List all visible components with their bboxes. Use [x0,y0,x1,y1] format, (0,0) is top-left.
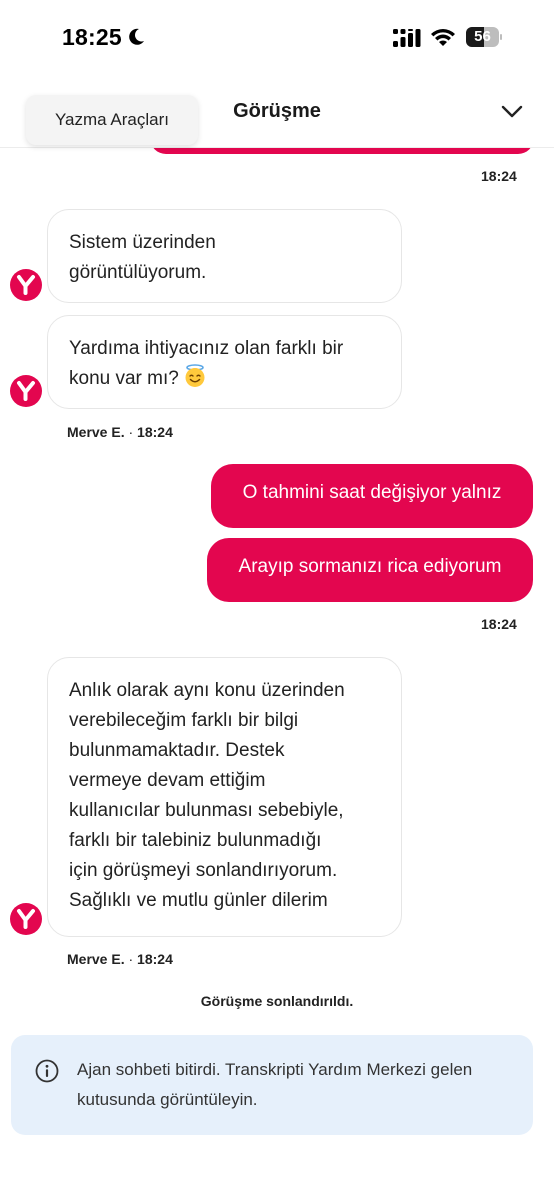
status-bar: 18:25 56 [0,0,554,70]
message-line: vermeye devam ettiğim [69,770,266,791]
wifi-icon [431,29,455,46]
message-text: O tahmini saat değişiyor yalnız [242,482,502,503]
agent-message-bubble: Anlık olarak aynı konu üzerinden verebil… [47,657,402,937]
info-line: Ajan sohbeti bitirdi. Transkripti Yardım… [77,1060,473,1079]
info-banner: Ajan sohbeti bitirdi. Transkripti Yardım… [11,1035,533,1135]
agent-message-bubble: Sistem üzerinden görüntülüyorum. [47,209,402,303]
agent-name: Merve E. [67,951,125,967]
brand-y-icon [17,275,35,295]
battery-indicator: 56 [466,27,502,47]
moon-icon [129,28,144,45]
message-time: 18:24 [481,616,517,632]
brand-y-icon [17,381,35,401]
message-line: bulunmamaktadır. Destek [69,740,285,761]
message-line: Sağlıklı ve mutlu günler dilerim [69,890,328,911]
user-message-bubble: O tahmini saat değişiyor yalnız [211,464,533,528]
battery-percent: 56 [474,28,491,45]
message-line: kullanıcılar bulunması sebebiyle, [69,800,344,821]
message-line: verebileceğim farklı bir bilgi [69,710,299,731]
message-text: Sistem üzerinden görüntülüyorum. [69,232,216,283]
writing-tools-tooltip[interactable]: Yazma Araçları [26,95,198,145]
agent-avatar [10,375,42,407]
info-text: Ajan sohbeti bitirdi. Transkripti Yardım… [77,1055,517,1115]
agent-message-bubble: Yardıma ihtiyacınız olan farklı bir konu… [47,315,402,409]
agent-meta: Merve E. · 18:24 [67,951,173,967]
message-text: Arayıp sormanızı rica ediyorum [238,556,502,577]
meta-separator: · [128,951,134,967]
info-line[interactable]: kutusunda görüntüleyin. [77,1085,517,1115]
message-line: farklı bir talebiniz bulunmadığı [69,830,322,851]
agent-avatar [10,269,42,301]
smiling-face-with-halo-emoji [185,364,205,387]
message-line: Anlık olarak aynı konu üzerinden [69,680,345,701]
agent-meta: Merve E. · 18:24 [67,424,173,440]
meta-separator: · [128,424,134,440]
status-time: 18:25 [62,24,122,50]
message-time: 18:24 [137,424,173,440]
agent-avatar [10,903,42,935]
user-message-bubble: Arayıp sormanızı rica ediyorum [207,538,533,602]
message-time: 18:24 [137,951,173,967]
info-icon [35,1059,59,1083]
agent-name: Merve E. [67,424,125,440]
chevron-down-icon[interactable] [500,102,524,120]
brand-y-icon [17,909,35,929]
conversation-ended-label: Görüşme sonlandırıldı. [200,993,354,1009]
message-time: 18:24 [481,168,517,184]
message-line: için görüşmeyi sonlandırıyorum. [69,860,338,881]
signal-icon [393,29,421,47]
